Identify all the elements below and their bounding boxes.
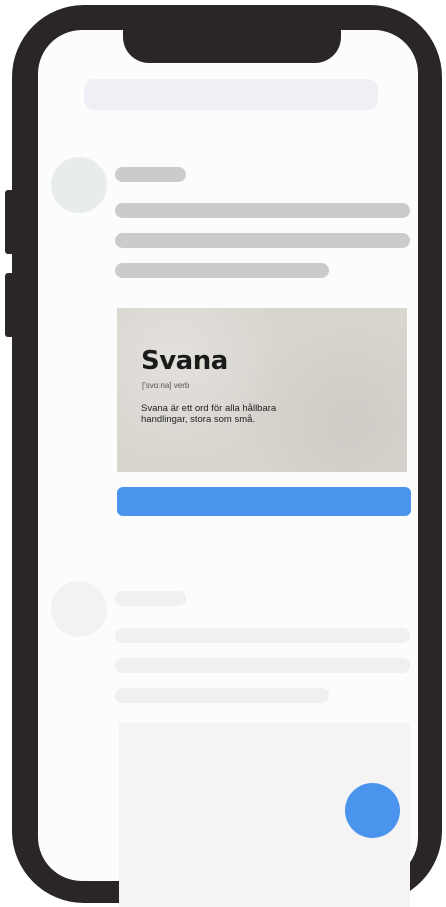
skeleton-text-line [115, 233, 410, 248]
skeleton-text-line [115, 263, 329, 278]
skeleton-username [115, 167, 186, 182]
skeleton-text-line [115, 688, 329, 703]
post-action-button[interactable] [117, 487, 411, 516]
avatar [51, 157, 107, 213]
skeleton-username [115, 591, 186, 606]
skeleton-text-line [115, 628, 410, 643]
card-pronunciation: ['svɑːna] verb [142, 381, 190, 390]
search-bar-placeholder[interactable] [84, 79, 378, 110]
card-description: Svana är ett ord för alla hållbara handl… [141, 403, 277, 425]
skeleton-text-line [115, 658, 410, 673]
skeleton-text-line [115, 203, 410, 218]
post-image-card: Svana ['svɑːna] verb Svana är ett ord fö… [117, 308, 407, 472]
card-title: Svana [141, 346, 228, 376]
avatar [51, 581, 107, 637]
floating-action-button[interactable] [345, 783, 400, 838]
phone-notch [123, 5, 341, 63]
